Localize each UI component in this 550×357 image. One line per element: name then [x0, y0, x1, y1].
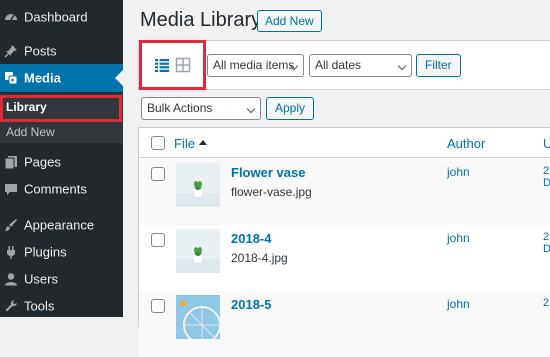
sidebar-item-label: Tools — [24, 298, 55, 314]
sidebar-item-media[interactable]: Media — [0, 64, 123, 92]
submenu-item-label: Library — [6, 100, 47, 114]
sidebar-item-label: Comments — [24, 181, 87, 197]
row-checkbox[interactable] — [151, 167, 165, 181]
filter-button[interactable]: Filter — [416, 54, 461, 77]
thumbnail-image[interactable] — [176, 295, 220, 339]
sidebar-item-label: Plugins — [24, 244, 67, 260]
thumbnail-image[interactable] — [176, 163, 220, 207]
sidebar-item-label: Posts — [24, 43, 57, 59]
media-title-link[interactable]: 2018-5 — [231, 297, 271, 312]
media-title-link[interactable]: Flower vase — [231, 165, 305, 180]
pin-icon — [4, 44, 18, 58]
media-icon — [4, 71, 18, 85]
uploaded-to-link[interactable]: 2 D — [543, 165, 550, 189]
comment-icon — [4, 182, 18, 196]
table-row: 2018-5 john 2 — [139, 291, 550, 357]
user-icon — [4, 272, 18, 286]
date-select[interactable]: All dates — [309, 54, 412, 77]
page-icon — [4, 155, 18, 169]
plugin-icon — [4, 245, 18, 259]
wrench-icon — [4, 299, 18, 313]
submenu-item-label: Add New — [6, 125, 55, 139]
sidebar-item-label: Appearance — [24, 217, 95, 233]
thumbnail-image[interactable] — [176, 229, 220, 273]
main-content: Media Library Add New All media items Al… — [123, 0, 550, 357]
submenu-item-library[interactable]: Library — [0, 93, 123, 121]
author-link[interactable]: john — [447, 165, 470, 179]
column-header-author: Author — [447, 136, 486, 151]
sort-ascending-icon — [199, 140, 207, 145]
apply-button[interactable]: Apply — [266, 97, 315, 120]
sidebar-item-appearance[interactable]: Appearance — [0, 211, 123, 239]
sidebar-item-pages[interactable]: Pages — [0, 148, 123, 176]
column-header-file[interactable]: File — [174, 136, 195, 151]
uploaded-to-link[interactable]: 2 — [543, 297, 549, 309]
author-link[interactable]: john — [447, 297, 470, 311]
uploaded-to-link[interactable]: 2 D — [543, 231, 550, 255]
dashboard-icon — [4, 10, 18, 24]
row-checkbox[interactable] — [151, 233, 165, 247]
select-value: All dates — [315, 58, 362, 72]
chevron-down-icon — [246, 104, 256, 114]
sidebar-item-posts[interactable]: Posts — [0, 37, 123, 65]
sidebar-item-tools[interactable]: Tools — [0, 292, 123, 320]
sidebar-item-users[interactable]: Users — [0, 265, 123, 293]
admin-sidebar: Dashboard Posts Media Library Add New Pa… — [0, 0, 123, 317]
media-filename: flower-vase.jpg — [231, 185, 312, 199]
select-value: Bulk Actions — [147, 101, 213, 115]
media-table: File Author U Flower vase flower-vase.jp… — [138, 127, 550, 357]
sidebar-item-dashboard[interactable]: Dashboard — [0, 3, 123, 31]
select-value: All media items — [213, 58, 295, 72]
bulk-actions-select[interactable]: Bulk Actions — [141, 97, 261, 120]
sidebar-item-plugins[interactable]: Plugins — [0, 238, 123, 266]
media-submenu: Library Add New — [0, 93, 123, 143]
add-new-button[interactable]: Add New — [257, 10, 322, 32]
table-row: 2018-4 2018-4.jpg john 2 D — [139, 225, 550, 291]
sidebar-item-comments[interactable]: Comments — [0, 175, 123, 203]
chevron-down-icon — [397, 61, 407, 71]
author-link[interactable]: john — [447, 231, 470, 245]
media-type-select[interactable]: All media items — [207, 54, 304, 77]
submenu-item-add-new[interactable]: Add New — [0, 121, 123, 143]
brush-icon — [4, 218, 18, 232]
table-header: File Author U — [139, 128, 550, 158]
media-filename: 2018-4.jpg — [231, 251, 288, 265]
column-header-uploaded-to[interactable]: U — [543, 136, 550, 151]
sidebar-item-label: Dashboard — [24, 9, 88, 25]
page-title: Media Library — [140, 9, 262, 31]
list-view-icon[interactable] — [154, 57, 170, 73]
grid-view-icon[interactable] — [175, 57, 191, 73]
table-row: Flower vase flower-vase.jpg john 2 D — [139, 159, 550, 225]
sidebar-item-label: Users — [24, 271, 58, 287]
media-title-link[interactable]: 2018-4 — [231, 231, 271, 246]
sidebar-item-label: Media — [24, 70, 61, 86]
sidebar-item-label: Pages — [24, 154, 61, 170]
row-checkbox[interactable] — [151, 299, 165, 313]
select-all-checkbox[interactable] — [151, 136, 165, 150]
